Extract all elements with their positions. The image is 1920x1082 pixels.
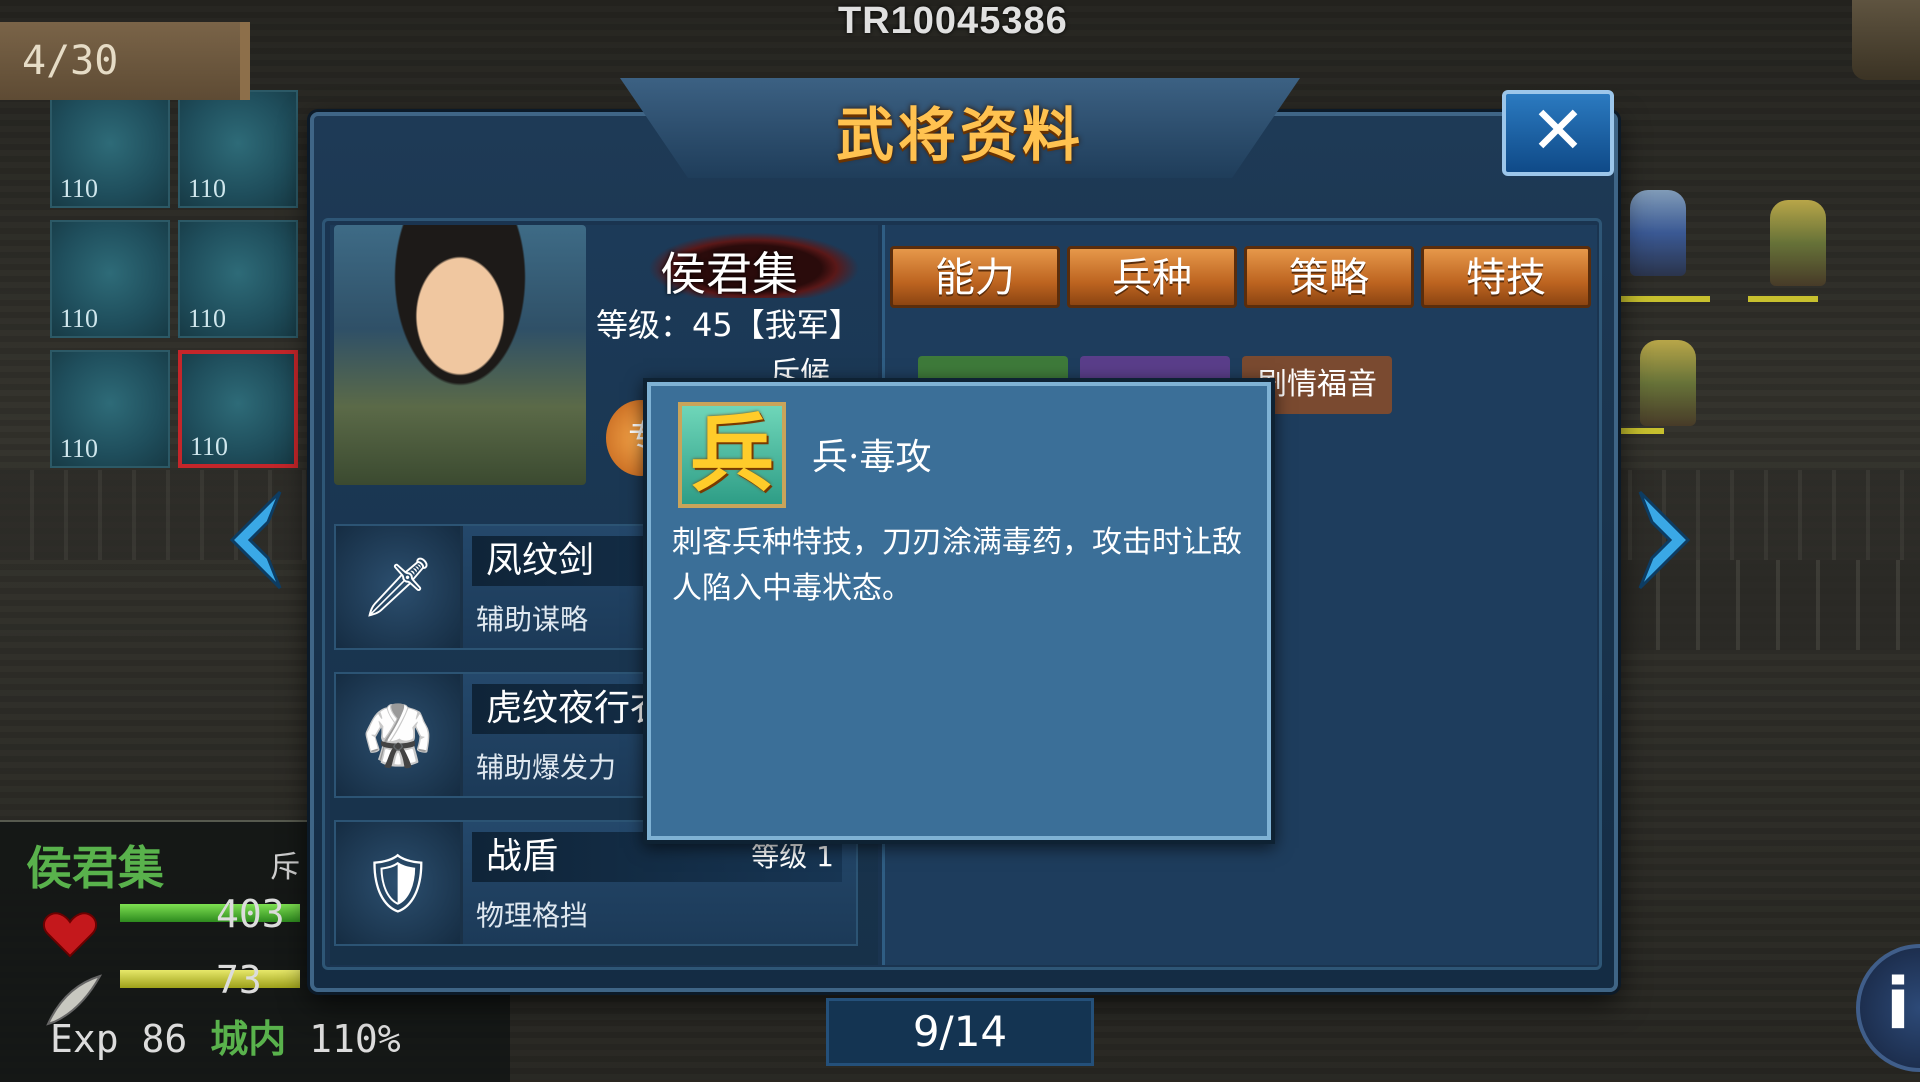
shield-icon: 🛡 xyxy=(336,822,463,944)
tab-troop-type[interactable]: 兵种 xyxy=(1067,246,1237,308)
unit-hp-bar xyxy=(1620,296,1710,302)
tooltip-title: 兵·毒攻 xyxy=(812,437,932,478)
unit-class: 斥 xyxy=(270,850,300,885)
close-button[interactable]: ✕ xyxy=(1502,90,1614,176)
equipment-effect: 辅助爆发力 xyxy=(476,751,617,784)
troop-skill-icon: 兵 xyxy=(678,402,786,508)
exp-label: Exp xyxy=(50,1017,119,1061)
map-tile[interactable]: 110 xyxy=(50,90,170,208)
tile-value: 110 xyxy=(188,174,227,203)
tooltip-description: 刺客兵种特技，刀刃涂满毒药，攻击时让敌人陷入中毒状态。 xyxy=(672,525,1242,606)
tab-special-skill[interactable]: 特技 xyxy=(1421,246,1591,308)
page-indicator: 9/14 xyxy=(826,998,1094,1066)
map-tile[interactable]: 110 xyxy=(50,350,170,468)
tile-value: 110 xyxy=(190,432,229,461)
enemy-unit[interactable] xyxy=(1630,190,1686,276)
general-portrait xyxy=(334,225,586,485)
tile-value: 110 xyxy=(60,174,99,203)
dialog-title: 武将资料 xyxy=(835,101,1084,169)
map-tile[interactable]: 110 xyxy=(178,220,298,338)
exp-line: Exp 86 城内 110% xyxy=(50,1008,401,1063)
map-grid: 110 110 110 110 110 110 xyxy=(0,50,300,468)
previous-arrow-icon[interactable] xyxy=(220,488,292,592)
tile-value: 110 xyxy=(188,304,227,333)
ally-unit[interactable] xyxy=(1770,200,1826,286)
ally-unit[interactable] xyxy=(1640,340,1696,426)
equipment-effect: 辅助谋略 xyxy=(476,603,589,636)
map-tile-selected[interactable]: 110 xyxy=(178,350,298,468)
equipment-effect: 物理格挡 xyxy=(476,899,589,932)
player-id: TR10045386 xyxy=(838,0,1068,42)
next-arrow-icon[interactable] xyxy=(1628,488,1700,592)
armor-icon: 🥋 xyxy=(336,674,463,796)
terrain-bonus: 110% xyxy=(309,1017,401,1061)
unit-hp-bar xyxy=(1748,296,1818,302)
mp-bar xyxy=(120,970,300,988)
unit-name: 侯君集 xyxy=(26,841,164,895)
exp-value: 86 xyxy=(141,1017,188,1061)
tab-ability[interactable]: 能力 xyxy=(890,246,1060,308)
unit-hp-bar xyxy=(1620,428,1664,434)
heart-icon xyxy=(42,912,98,958)
location-label: 城内 xyxy=(210,1017,287,1061)
mp-value: 73 xyxy=(216,958,262,1002)
map-tile[interactable]: 110 xyxy=(178,90,298,208)
sword-icon: 🗡 xyxy=(336,526,463,648)
hp-value: 403 xyxy=(216,892,285,936)
tile-value: 110 xyxy=(60,434,99,463)
map-tile[interactable]: 110 xyxy=(50,220,170,338)
menu-corner-button[interactable] xyxy=(1852,0,1920,80)
general-name: 侯君集 xyxy=(660,247,798,301)
tile-value: 110 xyxy=(60,304,99,333)
turn-counter: 4/30 xyxy=(0,22,250,100)
tab-strategy[interactable]: 策略 xyxy=(1244,246,1414,308)
general-level: 等级：45【我军】 xyxy=(596,306,861,344)
